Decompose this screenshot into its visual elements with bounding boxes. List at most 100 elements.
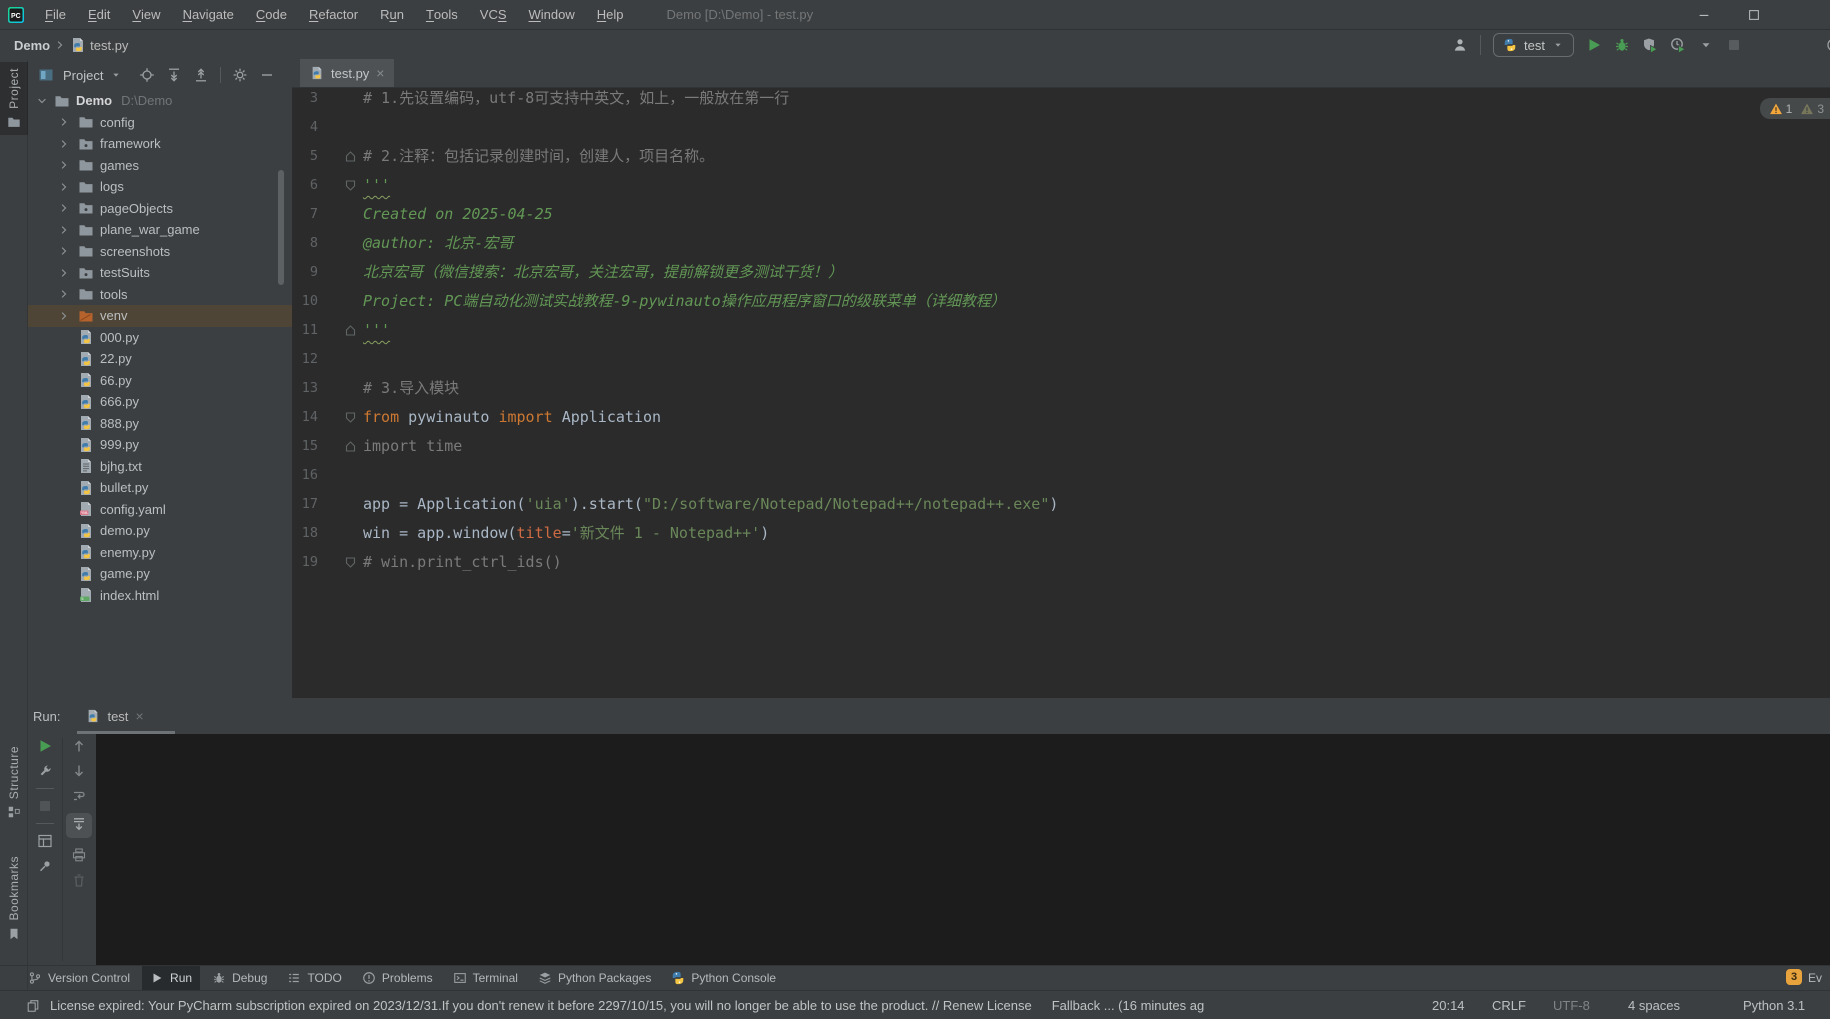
tree-item-testSuits[interactable]: testSuits <box>28 262 292 284</box>
expand-all-icon[interactable] <box>166 67 182 83</box>
tree-item-config.yaml[interactable]: YML config.yaml <box>28 499 292 521</box>
python-file-icon[interactable] <box>78 329 94 345</box>
chevron-right-icon[interactable] <box>58 267 70 279</box>
menu-edit[interactable]: Edit <box>77 0 121 30</box>
stripe-button-bookmarks[interactable]: Bookmarks <box>0 850 28 947</box>
profiler-icon[interactable] <box>1670 37 1686 53</box>
menu-refactor[interactable]: Refactor <box>298 0 369 30</box>
chevron-right-icon[interactable] <box>58 245 70 257</box>
stripe-button-project[interactable]: Project <box>0 62 28 135</box>
tree-item-framework[interactable]: framework <box>28 133 292 155</box>
scroll-end-icon[interactable] <box>71 816 87 832</box>
settings-wrench-icon[interactable] <box>37 763 53 779</box>
python-file-icon[interactable] <box>78 372 94 388</box>
menu-view[interactable]: View <box>121 0 171 30</box>
user-icon[interactable] <box>1452 37 1468 53</box>
event-log-label[interactable]: Ev <box>1808 971 1822 985</box>
toolwindow-button-version-control[interactable]: Version Control <box>20 966 138 991</box>
fold-marker-icon[interactable] <box>344 556 357 569</box>
python-logo-icon[interactable] <box>1503 38 1517 52</box>
excluded-folder-icon[interactable] <box>78 308 94 324</box>
tree-item-22.py[interactable]: 22.py <box>28 348 292 370</box>
up-arrow-icon[interactable] <box>71 738 87 754</box>
tree-item-index.html[interactable]: 5 index.html <box>28 585 292 607</box>
settings-gear-icon[interactable] <box>232 67 248 83</box>
inspections-widget[interactable]: 1 3 <box>1759 98 1830 119</box>
play-icon[interactable] <box>1586 37 1602 53</box>
dropdown-caret-icon[interactable] <box>1698 37 1714 53</box>
stop-icon[interactable] <box>37 798 53 814</box>
menu-window[interactable]: Window <box>518 0 586 30</box>
tree-item-666.py[interactable]: 666.py <box>28 391 292 413</box>
toolwindow-button-python-console[interactable]: Python Console <box>663 966 784 991</box>
softwrap-icon[interactable] <box>71 788 87 804</box>
package-folder-icon[interactable] <box>78 200 94 216</box>
html-file-icon[interactable]: 5 <box>78 587 94 603</box>
breadcrumb-file[interactable]: test.py <box>90 38 128 53</box>
tree-item-screenshots[interactable]: screenshots <box>28 241 292 263</box>
folder-icon[interactable] <box>78 114 94 130</box>
license-message[interactable]: License expired: Your PyCharm subscripti… <box>50 998 1032 1013</box>
event-log-badge[interactable]: 3 <box>1786 969 1802 985</box>
menu-run[interactable]: Run <box>369 0 415 30</box>
chevron-right-icon[interactable] <box>58 202 70 214</box>
tree-item-888.py[interactable]: 888.py <box>28 413 292 435</box>
menu-help[interactable]: Help <box>586 0 635 30</box>
folder-icon[interactable] <box>54 93 70 109</box>
stripe-button-structure[interactable]: Structure <box>0 740 28 825</box>
chevron-right-icon[interactable] <box>58 288 70 300</box>
folder-icon[interactable] <box>78 222 94 238</box>
chevron-right-icon[interactable] <box>58 310 70 322</box>
tree-item-logs[interactable]: logs <box>28 176 292 198</box>
fold-marker-icon[interactable] <box>344 411 357 424</box>
debug-icon[interactable] <box>1614 37 1630 53</box>
menu-navigate[interactable]: Navigate <box>172 0 245 30</box>
chevron-right-icon[interactable] <box>58 181 70 193</box>
toolwindow-button-problems[interactable]: Problems <box>354 966 441 991</box>
run-configuration-select[interactable]: test <box>1493 33 1574 57</box>
yaml-file-icon[interactable]: YML <box>78 501 94 517</box>
python-file-icon[interactable] <box>78 480 94 496</box>
minimize-icon[interactable] <box>1697 8 1711 22</box>
menu-code[interactable]: Code <box>245 0 298 30</box>
maximize-icon[interactable] <box>1747 8 1761 22</box>
toolwindow-button-terminal[interactable]: Terminal <box>445 966 526 991</box>
text-file-icon[interactable] <box>78 458 94 474</box>
menu-vcs[interactable]: VC S <box>469 0 518 30</box>
print-icon[interactable] <box>71 847 87 863</box>
coverage-icon[interactable] <box>1642 37 1658 53</box>
python-file-icon[interactable] <box>78 437 94 453</box>
fold-marker-icon[interactable] <box>344 150 357 163</box>
folder-icon[interactable] <box>78 243 94 259</box>
chevron-right-icon[interactable] <box>58 224 70 236</box>
python-file-icon[interactable] <box>78 523 94 539</box>
menu-tools[interactable]: Tools <box>415 0 469 30</box>
fold-marker-icon[interactable] <box>344 440 357 453</box>
tree-item-venv[interactable]: venv <box>28 305 292 327</box>
package-folder-icon[interactable] <box>78 265 94 281</box>
folder-icon[interactable] <box>78 286 94 302</box>
tree-item-bjhg.txt[interactable]: bjhg.txt <box>28 456 292 478</box>
down-arrow-icon[interactable] <box>71 763 87 779</box>
tree-scrollbar[interactable] <box>278 170 284 285</box>
package-folder-icon[interactable] <box>78 136 94 152</box>
status-message[interactable]: License expired: Your PyCharm subscripti… <box>26 991 1204 1019</box>
tree-item-game.py[interactable]: game.py <box>28 563 292 585</box>
folder-icon[interactable] <box>78 179 94 195</box>
collapse-all-icon[interactable] <box>193 67 209 83</box>
tree-item-999.py[interactable]: 999.py <box>28 434 292 456</box>
fold-marker-icon[interactable] <box>344 324 357 337</box>
hide-panel-icon[interactable] <box>259 67 275 83</box>
close-icon[interactable]: × <box>135 709 143 723</box>
breadcrumb-project[interactable]: Demo <box>14 38 50 53</box>
toolwindow-button-todo[interactable]: TODO <box>279 966 349 991</box>
fold-marker-icon[interactable] <box>344 179 357 192</box>
menu-file[interactable]: File <box>34 0 77 30</box>
python-file-icon[interactable] <box>78 394 94 410</box>
indent-widget[interactable]: 4 spaces <box>1628 991 1680 1019</box>
python-file-icon[interactable] <box>78 566 94 582</box>
encoding-widget[interactable]: UTF-8 <box>1553 991 1590 1019</box>
tree-item-bullet.py[interactable]: bullet.py <box>28 477 292 499</box>
tree-item-games[interactable]: games <box>28 155 292 177</box>
clear-icon[interactable] <box>71 872 87 888</box>
